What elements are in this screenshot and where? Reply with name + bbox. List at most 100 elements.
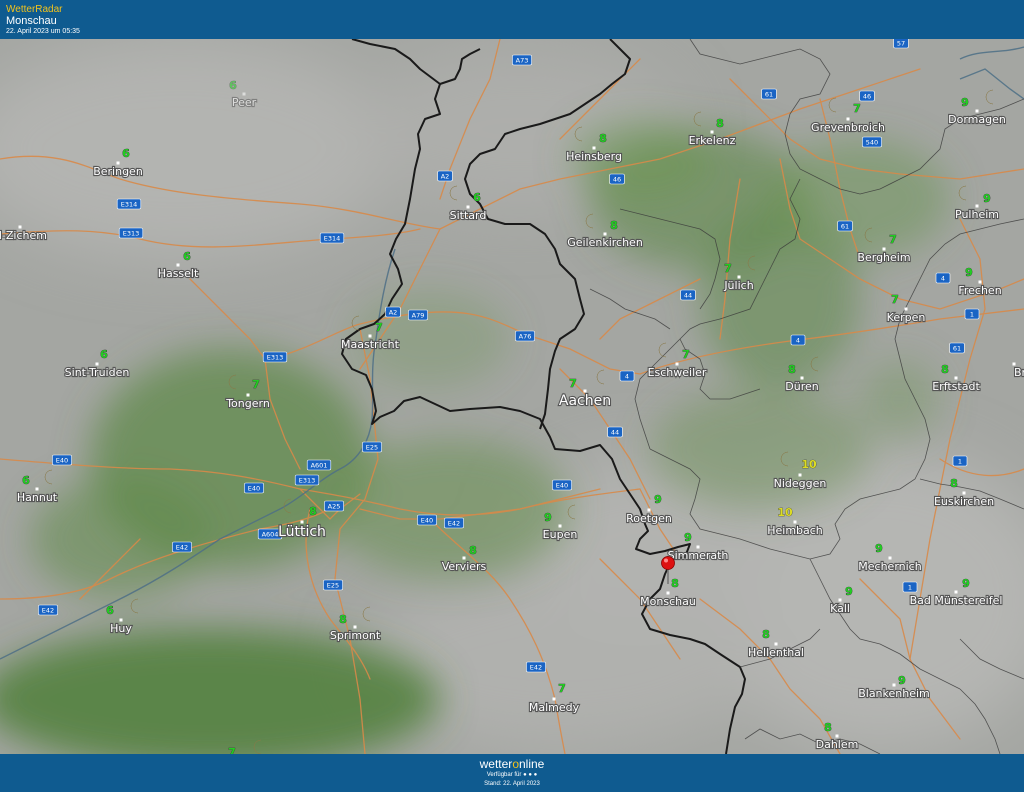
- temperature-value: 7: [889, 233, 897, 246]
- temperature-value: 8: [671, 577, 679, 590]
- temperature-value: 8: [339, 613, 347, 626]
- city-name: Heimbach: [767, 524, 823, 537]
- temperature-value: 6: [22, 474, 30, 487]
- road-shield-label: E40: [556, 481, 568, 489]
- road-shield-label: 61: [953, 344, 961, 352]
- city-name: Erftstadt: [932, 380, 980, 393]
- app-title: WetterRadar: [6, 4, 63, 15]
- road-shield-label: 46: [863, 92, 871, 100]
- road-shield-label: 61: [765, 90, 773, 98]
- road-shield: 540: [862, 136, 882, 148]
- temperature-value: 9: [684, 531, 692, 544]
- road-shield-label: 4: [941, 274, 945, 282]
- map-canvas[interactable]: A735761 46540A2E314E313E3144661A2 A79A7644…: [0, 39, 1024, 754]
- temperature-value: 8: [309, 505, 317, 518]
- road-shield: 1: [964, 308, 980, 320]
- road-shield-label: 61: [841, 222, 849, 230]
- road-shield: E313: [294, 474, 320, 486]
- road-shield-label: 1: [970, 310, 974, 318]
- city-name: Geilenkirchen: [567, 236, 643, 249]
- temperature-value: 8: [762, 628, 770, 641]
- road-shield: 1: [902, 581, 918, 593]
- temperature-value: 7: [228, 746, 236, 754]
- temperature-value: 7: [569, 377, 577, 390]
- road-shield-label: 57: [897, 39, 905, 47]
- road-shield: 61: [949, 342, 965, 354]
- road-shield: A2: [385, 306, 401, 318]
- city-name: Roetgen: [626, 512, 672, 525]
- app-header: WetterRadar Monschau 22. April 2023 um 0…: [0, 0, 1024, 40]
- temperature-value: 8: [941, 363, 949, 376]
- temperature-value: 7: [682, 348, 690, 361]
- city-name: Frechen: [958, 284, 1001, 297]
- temperature-value: 7: [724, 262, 732, 275]
- temperature-value: 7: [558, 682, 566, 695]
- city-name: Tongern: [225, 397, 270, 410]
- city-name: Erkelenz: [689, 134, 736, 147]
- city-name: Monschau: [640, 595, 696, 608]
- road-shield: 57: [893, 39, 909, 49]
- road-shield-label: E314: [324, 234, 341, 242]
- road-shield: E25: [362, 441, 382, 453]
- road-shield-label: E42: [448, 519, 460, 527]
- temperature-value: 6: [100, 348, 108, 361]
- city-name: Huy: [110, 622, 132, 635]
- road-shield-label: E42: [42, 606, 54, 614]
- city-name: Pulheim: [955, 208, 999, 221]
- temperature-value: 7: [252, 378, 260, 391]
- city-name: Mechernich: [858, 560, 921, 573]
- road-shield: 46: [859, 90, 875, 102]
- temperature-value: 7: [853, 102, 861, 115]
- city-name: Kall: [830, 602, 850, 615]
- apple-icon: ●: [523, 772, 527, 778]
- city-name: Hellenthal: [748, 646, 804, 659]
- temperature-value: 7: [891, 293, 899, 306]
- road-shield-label: 44: [611, 428, 619, 436]
- city-name: Kerpen: [887, 311, 926, 324]
- road-shield: 4: [790, 334, 806, 346]
- city-name: Eupen: [543, 528, 578, 541]
- road-shield: E42: [38, 604, 58, 616]
- temperature-value: 6: [229, 79, 237, 92]
- temperature-value: 10: [777, 506, 793, 519]
- road-shield-label: A604: [262, 530, 279, 538]
- temperature-value: 8: [610, 219, 618, 232]
- road-shield: E42: [444, 517, 464, 529]
- road-shield-label: 1: [908, 583, 912, 591]
- road-shield-label: E313: [267, 353, 284, 361]
- road-shield: E40: [552, 479, 572, 491]
- city-name: Br: [1014, 366, 1024, 379]
- road-shield: 4: [619, 370, 635, 382]
- radar-map[interactable]: A73 57 61 46 540 A2 E314 E313 E314 46 61 A2 A79 A76 44…: [0, 39, 1024, 754]
- road-shield: E314: [319, 232, 345, 244]
- road-shield: E40: [417, 514, 437, 526]
- road-shield: A25: [324, 500, 344, 512]
- data-timestamp: Stand: 22. April 2023: [484, 781, 540, 787]
- city-name: Eschweiler: [648, 366, 707, 379]
- road-shield: E25: [323, 579, 343, 591]
- city-name: Euskirchen: [934, 495, 994, 508]
- city-name: Bergheim: [857, 251, 910, 264]
- temperature-value: 9: [654, 493, 662, 506]
- web-icon: ●: [533, 772, 538, 778]
- road-shield-label: 4: [796, 336, 800, 344]
- road-shield-label: E42: [530, 663, 542, 671]
- road-shield: E40: [244, 482, 264, 494]
- brand-logo[interactable]: wetteronline: [0, 757, 1024, 771]
- temperature-value: 9: [983, 192, 991, 205]
- city-name: Dahlem: [816, 738, 859, 751]
- road-shield: E42: [172, 541, 192, 553]
- temperature-value: 6: [106, 604, 114, 617]
- road-shield: E313: [118, 227, 144, 239]
- city-name: Düren: [785, 380, 818, 393]
- road-shield: A601: [306, 459, 332, 471]
- road-shield-label: E25: [327, 581, 339, 589]
- road-shield-label: A2: [389, 308, 398, 316]
- road-shield: A2: [437, 170, 453, 182]
- road-shield: A73: [512, 54, 532, 66]
- temperature-value: 6: [473, 191, 481, 204]
- city-name: Grevenbroich: [811, 121, 885, 134]
- road-shield-label: A25: [328, 502, 341, 510]
- timestamp: 22. April 2023 um 05:35: [6, 28, 80, 35]
- road-shield-label: E314: [121, 200, 138, 208]
